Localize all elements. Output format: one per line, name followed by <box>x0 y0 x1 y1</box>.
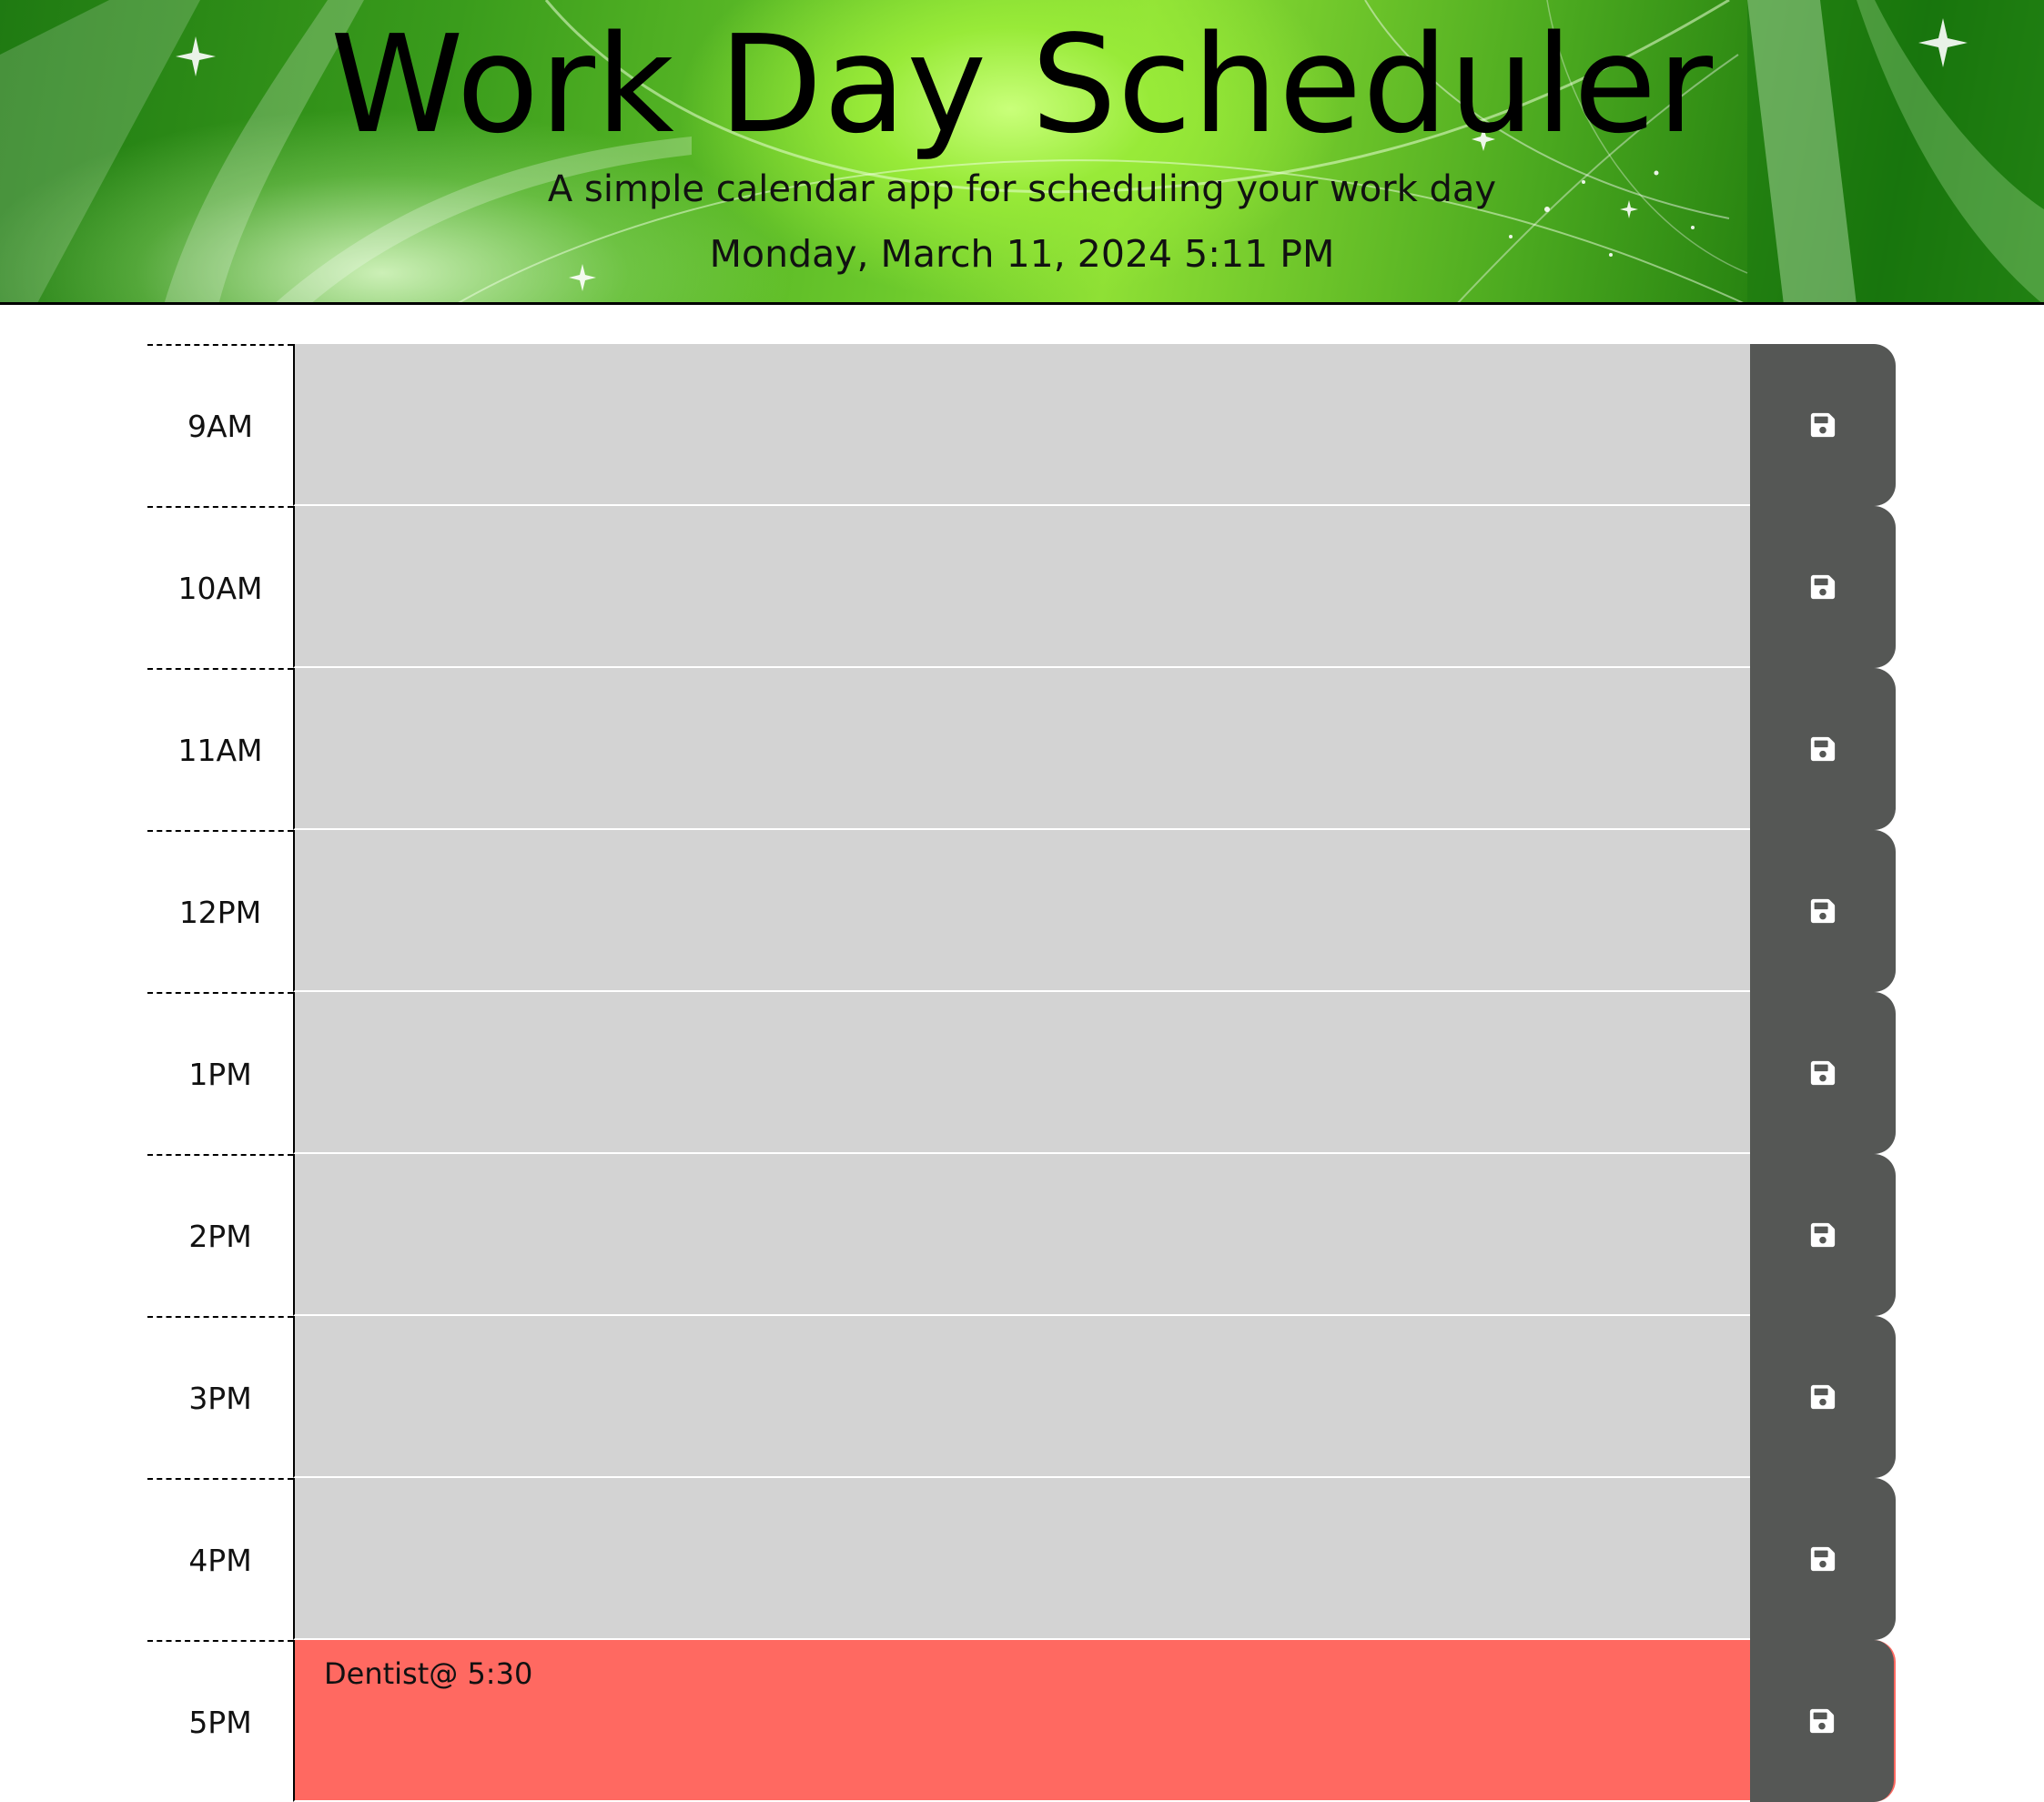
hour-label: 2PM <box>147 1154 293 1316</box>
description-textarea[interactable] <box>293 668 1750 830</box>
time-block: 3PM <box>147 1316 1896 1478</box>
hour-label: 1PM <box>147 992 293 1154</box>
floppy-disk-icon <box>1810 574 1836 600</box>
floppy-disk-icon <box>1810 1546 1836 1572</box>
header-text: Work Day Scheduler A simple calendar app… <box>0 0 2044 302</box>
description-textarea[interactable] <box>293 1478 1750 1640</box>
description-textarea[interactable] <box>293 1316 1750 1478</box>
floppy-disk-icon <box>1810 1060 1836 1086</box>
save-button[interactable] <box>1750 1640 1896 1802</box>
save-button[interactable] <box>1750 1478 1896 1640</box>
floppy-disk-icon <box>1810 412 1836 438</box>
time-block: 1PM <box>147 992 1896 1154</box>
hour-label: 10AM <box>147 506 293 668</box>
time-block-list: 9AM 10AM 11AM 12PM 1PM 2PM 3PM 4PM 5PM D… <box>147 344 1896 1802</box>
save-button[interactable] <box>1750 830 1896 992</box>
time-block: 10AM <box>147 506 1896 668</box>
time-block: 4PM <box>147 1478 1896 1640</box>
description-textarea[interactable] <box>293 344 1750 506</box>
page-subtitle: A simple calendar app for scheduling you… <box>547 168 1497 210</box>
description-textarea[interactable] <box>293 1154 1750 1316</box>
floppy-disk-icon <box>1810 898 1836 924</box>
hour-label: 3PM <box>147 1316 293 1478</box>
floppy-disk-icon <box>1810 1222 1836 1248</box>
description-textarea[interactable]: Dentist@ 5:30 <box>293 1640 1750 1802</box>
time-block: 2PM <box>147 1154 1896 1316</box>
hour-label: 9AM <box>147 344 293 506</box>
save-button[interactable] <box>1750 992 1896 1154</box>
time-block: 12PM <box>147 830 1896 992</box>
hour-label: 12PM <box>147 830 293 992</box>
save-button[interactable] <box>1750 668 1896 830</box>
floppy-disk-icon <box>1810 1384 1836 1410</box>
save-button[interactable] <box>1750 1154 1896 1316</box>
page-title: Work Day Scheduler <box>329 6 1715 163</box>
header-jumbotron: Work Day Scheduler A simple calendar app… <box>0 0 2044 305</box>
hour-label: 11AM <box>147 668 293 830</box>
description-textarea[interactable] <box>293 992 1750 1154</box>
time-block: 9AM <box>147 344 1896 506</box>
floppy-disk-icon <box>1810 736 1836 762</box>
hour-label: 5PM <box>147 1640 293 1802</box>
current-day: Monday, March 11, 2024 5:11 PM <box>709 232 1335 276</box>
time-block: 5PM Dentist@ 5:30 <box>147 1640 1896 1802</box>
time-block: 11AM <box>147 668 1896 830</box>
description-textarea[interactable] <box>293 830 1750 992</box>
save-button[interactable] <box>1750 506 1896 668</box>
save-button[interactable] <box>1750 344 1896 506</box>
save-button[interactable] <box>1750 1316 1896 1478</box>
floppy-disk-icon <box>1809 1708 1835 1734</box>
description-textarea[interactable] <box>293 506 1750 668</box>
hour-label: 4PM <box>147 1478 293 1640</box>
